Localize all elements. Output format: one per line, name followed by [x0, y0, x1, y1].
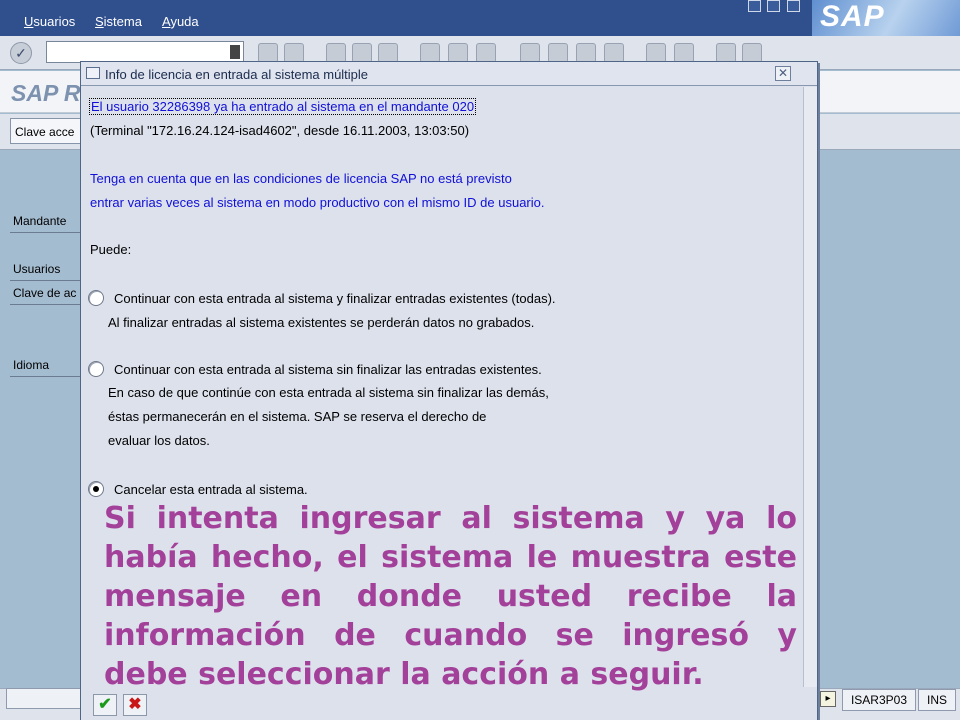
option-1-detail: Al finalizar entradas al sistema existen…: [108, 315, 535, 330]
save-icon[interactable]: [284, 43, 304, 63]
option-3-label: Cancelar esta entrada al sistema.: [114, 482, 308, 497]
menu-ayuda[interactable]: Ayuda: [162, 14, 199, 29]
option-2-label: Continuar con esta entrada al sistema si…: [114, 362, 542, 377]
option-1-label: Continuar con esta entrada al sistema y …: [114, 291, 556, 306]
command-field[interactable]: [46, 41, 244, 63]
dialog-title: Info de licencia en entrada al sistema m…: [105, 67, 369, 82]
notice-line-2: entrar varias veces al sistema en modo p…: [90, 195, 545, 210]
mandante-label: Mandante: [10, 214, 90, 233]
dialog-scrollbar[interactable]: [803, 87, 817, 687]
status-server: ISAR3P03: [842, 689, 916, 711]
menu-usuarios[interactable]: Usuarios: [24, 14, 75, 29]
back-icon[interactable]: [258, 43, 278, 63]
new-session-icon[interactable]: [646, 43, 666, 63]
menu-bar: Usuarios Sistema Ayuda SAP: [0, 0, 960, 36]
help-icon[interactable]: [716, 43, 736, 63]
notice-line-1: Tenga en cuenta que en las condiciones d…: [90, 171, 512, 186]
shortcut-icon[interactable]: [674, 43, 694, 63]
terminal-line: (Terminal "172.16.24.124-isad4602", desd…: [90, 123, 470, 138]
sap-logo-text: SAP: [820, 0, 885, 33]
find-icon[interactable]: [448, 43, 468, 63]
green-check-icon[interactable]: ✔: [93, 694, 117, 716]
layout-menu-icon[interactable]: [742, 43, 762, 63]
window-close-icon[interactable]: [787, 0, 800, 12]
sap-logo: SAP: [812, 0, 960, 36]
status-message-field: [6, 688, 86, 709]
enter-check-icon[interactable]: ✓: [10, 42, 32, 64]
dropdown-icon[interactable]: [230, 45, 240, 59]
user-line: El usuario 32286398 ya ha entrado al sis…: [89, 98, 477, 115]
maximize-icon[interactable]: [767, 0, 780, 12]
radio-continue-end-existing[interactable]: [88, 290, 104, 306]
page-title: SAP R: [11, 80, 81, 106]
usuarios-label: Usuarios: [10, 262, 90, 281]
annotation-text: Si intenta ingresar al sistema y ya lo h…: [104, 501, 797, 692]
window-icon: [86, 67, 100, 79]
find-next-icon[interactable]: [476, 43, 496, 63]
last-page-icon[interactable]: [604, 43, 624, 63]
status-toggle-icon[interactable]: ▸: [820, 691, 836, 707]
clave-label: Clave de ac: [10, 286, 90, 305]
first-page-icon[interactable]: [520, 43, 540, 63]
option-2-detail-1: En caso de que continúe con esta entrada…: [108, 385, 549, 400]
radio-continue-keep-existing[interactable]: [88, 361, 104, 377]
red-x-icon[interactable]: ✖: [123, 694, 147, 716]
previous-page-icon[interactable]: [548, 43, 568, 63]
idioma-label: Idioma: [10, 358, 90, 377]
menu-sistema[interactable]: Sistema: [95, 14, 142, 29]
status-mode: INS: [918, 689, 956, 711]
exit-icon[interactable]: [352, 43, 372, 63]
minimize-icon[interactable]: [748, 0, 761, 12]
radio-cancel-login[interactable]: [88, 481, 104, 497]
print-icon[interactable]: [420, 43, 440, 63]
close-icon[interactable]: ✕: [775, 66, 791, 81]
puede-label: Puede:: [90, 242, 132, 257]
option-2-detail-3: evaluar los datos.: [108, 433, 210, 448]
option-2-detail-2: éstas permanecerán en el sistema. SAP se…: [108, 409, 487, 424]
cancel-icon[interactable]: [378, 43, 398, 63]
next-page-icon[interactable]: [576, 43, 596, 63]
nav-back-icon[interactable]: [326, 43, 346, 63]
dialog-titlebar[interactable]: Info de licencia en entrada al sistema m…: [81, 62, 817, 86]
